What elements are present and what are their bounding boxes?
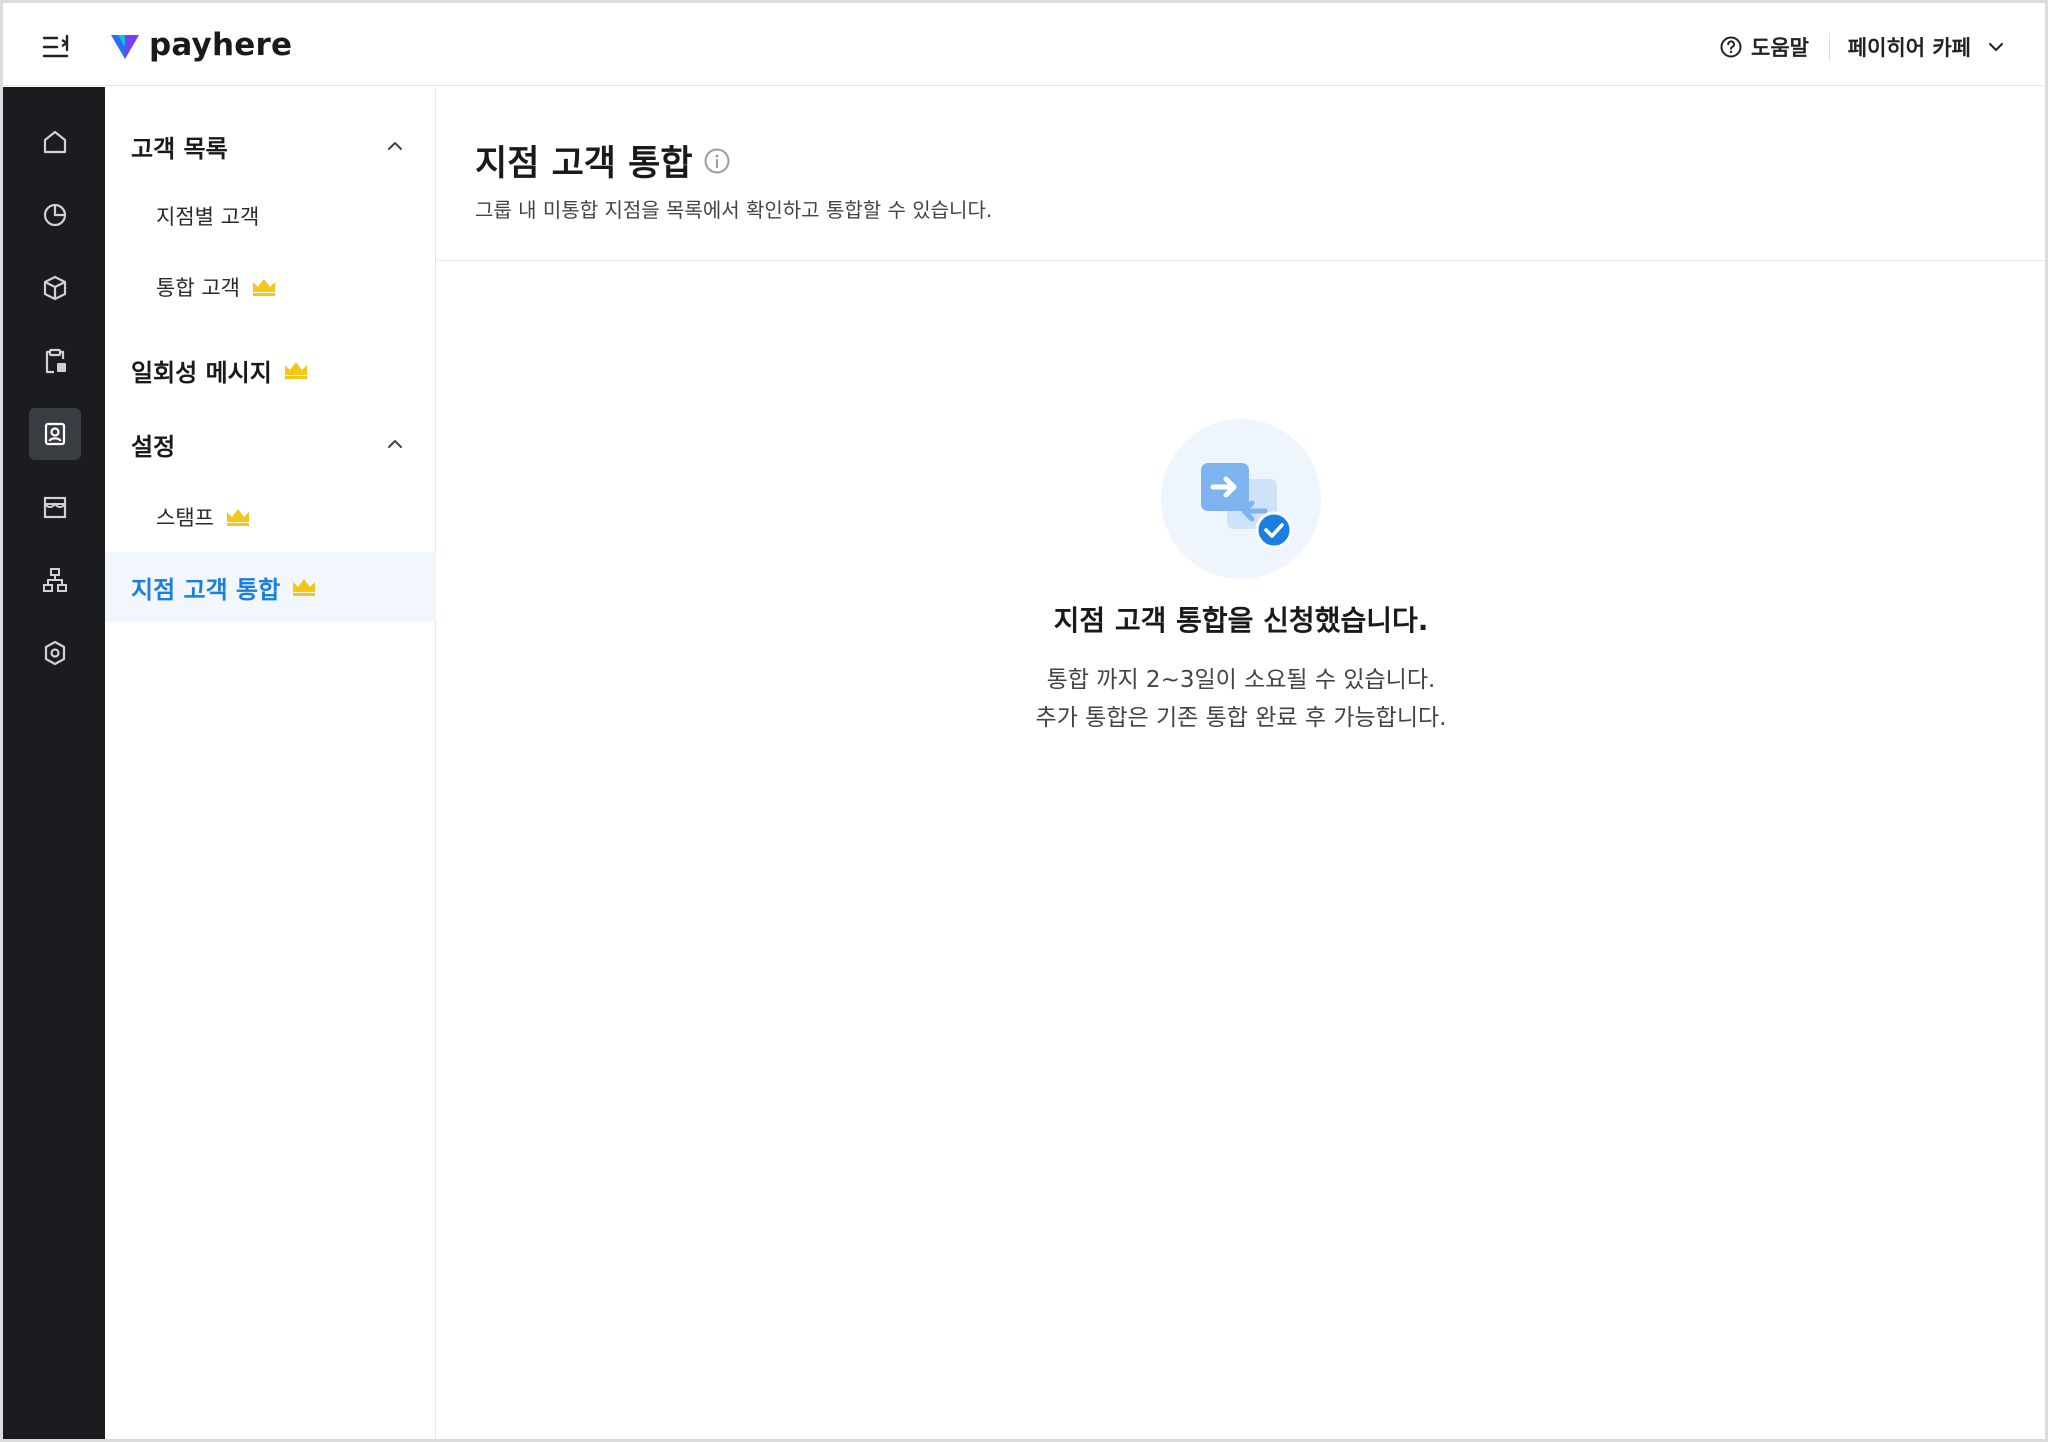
chevron-up-icon — [388, 142, 402, 150]
nav-group-settings[interactable]: 설정 — [105, 415, 436, 473]
store-icon[interactable] — [29, 481, 81, 533]
customer-icon[interactable] — [29, 408, 81, 460]
brand-logo[interactable]: payhere — [109, 25, 292, 65]
empty-state-line: 통합 까지 2~3일이 소요될 수 있습니다. — [1046, 667, 1436, 693]
crown-icon — [226, 509, 249, 526]
info-icon[interactable] — [703, 147, 731, 175]
empty-state-line: 추가 통합은 기존 통합 완료 후 가능합니다. — [1035, 705, 1447, 731]
main-content: 지점 고객 통합 그룹 내 미통합 지점을 목록에서 확인하고 통합할 수 있습… — [437, 87, 2045, 1439]
merge-illustration-icon — [1161, 419, 1321, 579]
nav-item-stamp[interactable]: 스탬프 — [105, 489, 436, 545]
crown-icon — [284, 362, 307, 379]
brand-name: payhere — [149, 27, 293, 63]
store-name: 페이히어 카페 — [1847, 36, 1971, 60]
empty-state-title: 지점 고객 통합을 신청했습니다. — [1053, 604, 1429, 637]
chevron-down-icon — [1989, 43, 2003, 51]
page-description: 그룹 내 미통합 지점을 목록에서 확인하고 통합할 수 있습니다. — [475, 198, 993, 222]
nav-item-label: 통합 고객 — [156, 276, 240, 300]
help-button[interactable]: 도움말 — [1719, 29, 1809, 65]
empty-state-description: 통합 까지 2~3일이 소요될 수 있습니다. 추가 통합은 기존 통합 완료 … — [1036, 661, 1447, 737]
help-icon — [1720, 36, 1742, 58]
crown-icon — [293, 579, 316, 596]
nav-group-customer-list[interactable]: 고객 목록 — [105, 117, 436, 175]
nav-item-branch-integration[interactable]: 지점 고객 통합 — [105, 552, 436, 622]
nav-item-label: 지점별 고객 — [156, 205, 260, 229]
help-label: 도움말 — [1751, 36, 1809, 60]
payhere-logo-icon — [111, 35, 139, 59]
box-icon[interactable] — [29, 262, 81, 314]
clipboard-icon[interactable] — [29, 335, 81, 387]
nav-item-label: 스탬프 — [156, 506, 214, 530]
nav-item-integrated[interactable]: 통합 고객 — [105, 259, 436, 315]
chevron-up-icon — [388, 440, 402, 448]
sub-navigation: 고객 목록 지점별 고객 통합 고객 일회성 메시지 설정 스탬프 지점 고객 … — [105, 87, 436, 1439]
menu-toggle-icon[interactable] — [39, 29, 75, 65]
top-bar: payhere 도움말 페이히어 카페 — [3, 3, 2045, 86]
empty-state: 지점 고객 통합을 신청했습니다. 통합 까지 2~3일이 소요될 수 있습니다… — [437, 419, 2045, 737]
icon-rail — [3, 87, 105, 1439]
nav-item-label: 일회성 메시지 — [131, 358, 272, 387]
home-icon[interactable] — [29, 116, 81, 168]
page-title-row: 지점 고객 통합 — [475, 135, 731, 186]
nav-group-label: 고객 목록 — [131, 134, 228, 163]
settings-icon[interactable] — [29, 627, 81, 679]
nav-item-by-branch[interactable]: 지점별 고객 — [105, 188, 436, 244]
nav-item-label: 지점 고객 통합 — [131, 575, 281, 604]
org-chart-icon[interactable] — [29, 554, 81, 606]
nav-item-one-time-message[interactable]: 일회성 메시지 — [105, 341, 436, 399]
store-selector[interactable]: 페이히어 카페 — [1848, 29, 2005, 65]
header-divider — [1829, 33, 1830, 61]
pie-chart-icon[interactable] — [29, 189, 81, 241]
page-title: 지점 고객 통합 — [475, 144, 693, 184]
nav-group-label: 설정 — [131, 432, 176, 461]
crown-icon — [252, 279, 275, 296]
page-header: 지점 고객 통합 그룹 내 미통합 지점을 목록에서 확인하고 통합할 수 있습… — [437, 87, 2045, 261]
